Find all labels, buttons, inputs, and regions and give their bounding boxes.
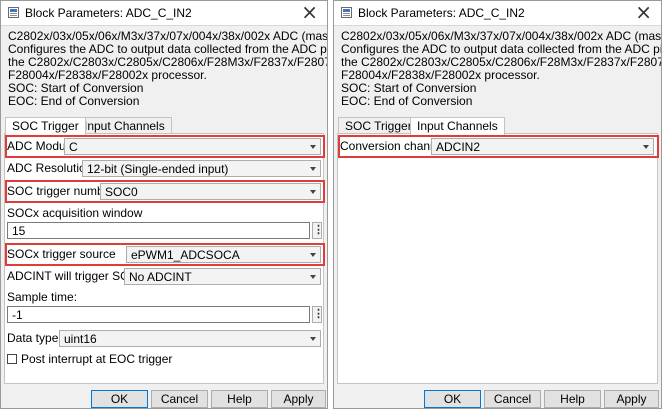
window-title: Block Parameters: ADC_C_IN2 [25, 6, 192, 20]
tab-input-channels[interactable]: Input Channels [410, 117, 505, 135]
soc-trigger-number-value: SOC0 [105, 185, 138, 199]
socx-trigger-source-dropdown[interactable]: ePWM1_ADCSOCA [126, 246, 321, 263]
chevron-down-icon [643, 145, 649, 149]
data-type-value: uint16 [64, 332, 97, 346]
chevron-down-icon [310, 190, 316, 194]
socx-trigger-source-value: ePWM1_ADCSOCA [131, 248, 240, 262]
socx-acquisition-window-value: 15 [12, 224, 26, 238]
tab-soc-trigger[interactable]: SOC Trigger [338, 117, 419, 134]
chevron-down-icon [310, 167, 316, 171]
tab-strip: SOC Trigger Input Channels [338, 117, 661, 135]
adcint-trigger-value: No ADCINT [129, 270, 192, 284]
help-button[interactable]: Help [544, 390, 601, 408]
more-options-icon[interactable]: ⋮ [312, 306, 324, 323]
soc-trigger-panel: ADC Module C ADC Resolution 12-bit (Sing… [4, 133, 325, 384]
soc-trigger-number-label: SOC trigger number [7, 184, 115, 198]
block-description: C2802x/03x/05x/06x/M3x/37x/07x/004x/38x/… [341, 30, 661, 108]
chevron-down-icon [310, 275, 316, 279]
window-title: Block Parameters: ADC_C_IN2 [358, 6, 525, 20]
title-bar[interactable]: Block Parameters: ADC_C_IN2 × [1, 1, 327, 26]
conversion-channel-value: ADCIN2 [436, 140, 481, 154]
block-parameters-icon [341, 7, 352, 18]
more-options-icon[interactable]: ⋮ [312, 222, 324, 239]
checkbox-icon[interactable] [7, 354, 17, 364]
adc-resolution-value: 12-bit (Single-ended input) [87, 162, 229, 176]
data-type-dropdown[interactable]: uint16 [59, 330, 321, 347]
tab-soc-trigger[interactable]: SOC Trigger [5, 117, 86, 135]
adc-resolution-label: ADC Resolution [7, 161, 93, 175]
help-button[interactable]: Help [211, 390, 268, 408]
title-bar[interactable]: Block Parameters: ADC_C_IN2 × [334, 1, 661, 26]
socx-acquisition-window-label: SOCx acquisition window [7, 206, 143, 220]
cancel-button[interactable]: Cancel [151, 390, 208, 408]
chevron-down-icon [310, 337, 316, 341]
close-icon[interactable]: × [635, 2, 652, 22]
post-interrupt-label[interactable]: Post interrupt at EOC trigger [21, 352, 172, 366]
sample-time-value: -1 [12, 308, 23, 322]
description-line: EOC: End of Conversion [8, 94, 140, 108]
data-type-label: Data type: [7, 331, 62, 345]
close-icon[interactable]: × [301, 2, 318, 22]
cancel-button[interactable]: Cancel [484, 390, 541, 408]
block-parameters-dialog-right: Block Parameters: ADC_C_IN2 × C2802x/03x… [333, 0, 662, 409]
tab-strip: SOC Trigger Input Channels [5, 117, 327, 135]
conversion-channel-dropdown[interactable]: ADCIN2 [431, 138, 654, 155]
block-description: C2802x/03x/05x/06x/M3x/37x/07x/004x/38x/… [8, 30, 327, 108]
input-channels-panel: Conversion channel ADCIN2 [337, 133, 659, 384]
sample-time-input[interactable]: -1 [7, 306, 310, 323]
adc-module-value: C [69, 140, 78, 154]
tab-input-channels[interactable]: Input Channels [77, 117, 172, 134]
chevron-down-icon [310, 145, 316, 149]
adc-module-dropdown[interactable]: C [64, 138, 321, 155]
description-line: EOC: End of Conversion [341, 94, 473, 108]
socx-acquisition-window-input[interactable]: 15 [7, 222, 310, 239]
socx-trigger-source-label: SOCx trigger source [7, 247, 116, 261]
chevron-down-icon [310, 253, 316, 257]
block-parameters-dialog-left: Block Parameters: ADC_C_IN2 × C2802x/03x… [0, 0, 328, 409]
ok-button[interactable]: OK [91, 390, 148, 408]
adcint-trigger-dropdown[interactable]: No ADCINT [124, 268, 321, 285]
sample-time-label: Sample time: [7, 290, 78, 304]
block-parameters-icon [8, 7, 19, 18]
apply-button[interactable]: Apply [604, 390, 659, 408]
ok-button[interactable]: OK [424, 390, 481, 408]
apply-button[interactable]: Apply [271, 390, 326, 408]
soc-trigger-number-dropdown[interactable]: SOC0 [100, 183, 321, 200]
adc-resolution-dropdown[interactable]: 12-bit (Single-ended input) [82, 160, 321, 177]
